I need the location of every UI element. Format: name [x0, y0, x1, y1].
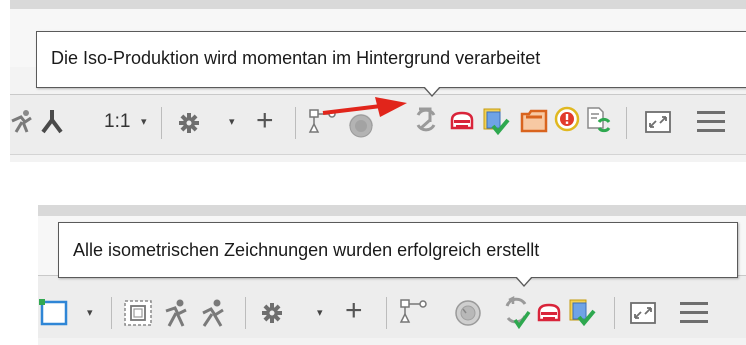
- toolbar-separator: [614, 297, 615, 329]
- pipe-support-icon[interactable]: [10, 108, 34, 134]
- title-strip: [10, 0, 746, 9]
- iso-success-icon[interactable]: [568, 297, 596, 327]
- title-strip: [38, 205, 746, 216]
- toolbar-separator: [386, 297, 387, 329]
- scale-value[interactable]: 1:1: [104, 111, 130, 133]
- add-icon[interactable]: +: [345, 294, 363, 328]
- menu-icon[interactable]: [678, 300, 710, 326]
- pipe-support-alt-icon[interactable]: [200, 298, 226, 328]
- component-tree-icon[interactable]: [399, 298, 430, 326]
- annotation-arrow: [322, 97, 407, 117]
- status-circle-icon[interactable]: [454, 299, 482, 327]
- scale-dropdown-caret[interactable]: ▾: [141, 115, 147, 128]
- iso-success-icon[interactable]: [482, 106, 510, 136]
- frame-inset-icon[interactable]: [124, 300, 152, 326]
- iso-processing-icon[interactable]: [414, 106, 438, 134]
- toolbar-bottom-line: [10, 154, 746, 155]
- toolbar-separator: [245, 297, 246, 329]
- toolbar-separator: [295, 107, 296, 139]
- menu-icon[interactable]: [695, 109, 727, 135]
- tooltip-text: Die Iso-Produktion wird momentan im Hint…: [51, 48, 541, 68]
- status-tooltip: Die Iso-Produktion wird momentan im Hint…: [36, 31, 746, 88]
- settings-dropdown-caret[interactable]: ▾: [229, 115, 235, 128]
- toolbar-separator: [161, 107, 162, 139]
- tooltip-pointer: [423, 86, 441, 97]
- frame-dropdown-caret[interactable]: ▾: [87, 306, 93, 319]
- iso-refresh-icon[interactable]: [585, 106, 611, 134]
- print-icon[interactable]: [450, 110, 474, 132]
- fullscreen-icon[interactable]: [645, 111, 671, 133]
- iso-error-icon[interactable]: [554, 106, 580, 132]
- settings-dropdown-caret[interactable]: ▾: [317, 306, 323, 319]
- frame-select-icon[interactable]: [39, 299, 69, 327]
- toolbar-separator: [111, 297, 112, 329]
- print-icon[interactable]: [537, 302, 561, 324]
- tooltip-pointer: [515, 276, 533, 287]
- success-tooltip: Alle isometrischen Zeichnungen wurden er…: [58, 222, 738, 278]
- pipe-support-alt-icon[interactable]: [40, 108, 64, 134]
- settings-gear-icon[interactable]: [262, 303, 282, 323]
- iso-refresh-icon[interactable]: [503, 295, 531, 330]
- fullscreen-icon[interactable]: [630, 302, 656, 324]
- toolbar-separator: [626, 107, 627, 139]
- add-icon[interactable]: +: [256, 104, 274, 138]
- settings-gear-icon[interactable]: [179, 113, 199, 133]
- tooltip-text: Alle isometrischen Zeichnungen wurden er…: [73, 240, 540, 260]
- pipe-support-icon[interactable]: [164, 298, 190, 328]
- iso-folder-icon[interactable]: [520, 107, 548, 133]
